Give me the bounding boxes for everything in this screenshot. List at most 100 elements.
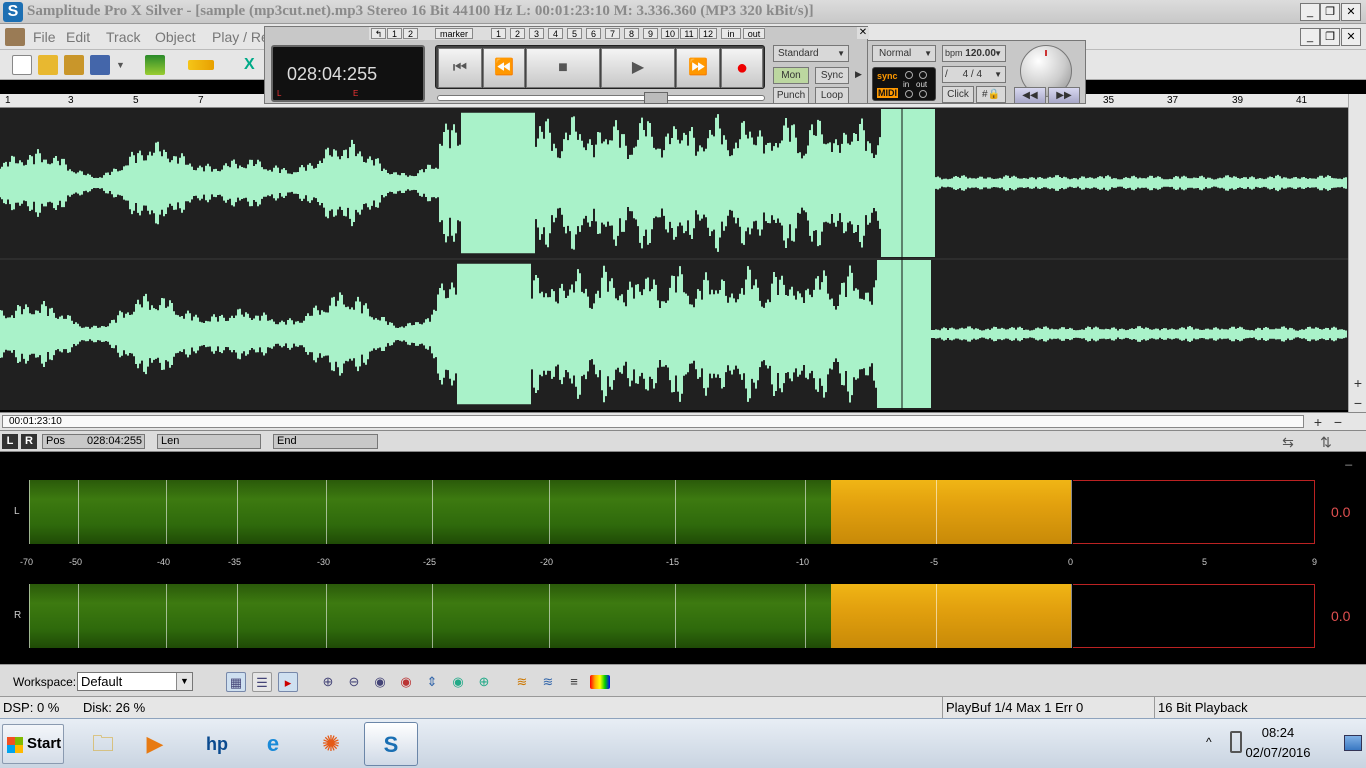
zoom-in-vertical-icon[interactable]: + [1351,376,1365,390]
marker-button[interactable]: 1 [387,28,402,39]
waveform-area[interactable] [0,108,1348,410]
marker-button[interactable]: 7 [605,28,620,39]
show-desktop-icon[interactable] [1344,735,1362,751]
tracks-icon[interactable] [145,55,165,75]
paint-icon[interactable]: ✺ [304,722,358,766]
end-field[interactable]: End [273,434,378,449]
chevron-down-icon[interactable]: ▼ [176,673,192,690]
horizontal-arrows-icon[interactable]: ⇆ [1278,434,1298,450]
scrub-back-icon[interactable]: ◀◀ [1014,87,1046,104]
start-button[interactable]: Start [2,724,64,764]
zoom-in-horizontal-icon[interactable]: + [1310,414,1326,430]
waveform-icon[interactable]: ≋ [512,672,532,692]
tray-expand-icon[interactable]: ^ [1206,735,1212,749]
spectrum-icon[interactable] [590,675,610,689]
waveform-display[interactable] [0,108,1348,410]
file-explorer-icon[interactable]: 🗀 [76,722,130,766]
peak-value-right[interactable]: 0.0 [1331,608,1350,624]
doc-restore-button[interactable]: ❐ [1320,28,1340,46]
close-transport-icon[interactable]: ✕ [857,27,869,39]
eye-icon[interactable]: ◉ [370,672,390,692]
horizontal-scroll-thumb[interactable]: 00:01:23:10 [2,415,1304,428]
marker-bar-icon[interactable] [188,60,214,70]
grid-lock-icon[interactable]: #🔒 [976,86,1006,103]
zoom-vertical-icon[interactable]: ⇕ [422,672,442,692]
bpm-field[interactable]: bpm 120.00 ▼ [942,45,1006,62]
sync-button[interactable]: Sync [815,67,849,84]
open-folder-icon[interactable] [38,55,58,75]
restore-button[interactable]: ❐ [1320,3,1340,21]
marker-button[interactable]: 2 [403,28,418,39]
panel-minimize-icon[interactable]: _ [1345,452,1352,466]
mon-button[interactable]: Mon [773,67,809,84]
samplitude-taskbar-icon[interactable]: S [364,722,418,766]
punch-button[interactable]: Punch [773,87,809,104]
signature-field[interactable]: / 4 / 4 ▼ [942,66,1006,83]
mixer-icon[interactable]: ☰ [252,672,272,692]
document-icon[interactable] [5,28,25,46]
vertical-arrows-icon[interactable]: ⇅ [1316,434,1336,450]
view-manager-icon[interactable]: ▦ [226,672,246,692]
marker-button[interactable]: 11 [680,28,698,39]
media-player-icon[interactable]: ▶ [128,722,182,766]
right-locator-button[interactable]: R [21,434,37,449]
go-to-start-icon[interactable]: ⏮ [438,48,482,88]
waveform-blue-icon[interactable]: ≋ [538,672,558,692]
hp-icon[interactable]: hp [190,722,244,766]
marker-in-button[interactable]: in [721,28,741,39]
eye-red-icon[interactable]: ◉ [396,672,416,692]
marker-button[interactable]: 1 [491,28,506,39]
marker-button[interactable]: 6 [586,28,601,39]
doc-minimize-button[interactable]: _ [1300,28,1320,46]
time-display[interactable]: 028:04:255 L E [271,45,425,102]
vertical-scrollbar[interactable]: + − [1348,94,1366,414]
marker-button[interactable]: 4 [548,28,563,39]
menu-object[interactable]: Object [155,29,195,45]
loop-button[interactable]: Loop [815,87,849,104]
menu-play-record[interactable]: Play / Re [212,29,269,45]
zoom-fit-icon[interactable]: ⊕ [474,672,494,692]
eye-green-icon[interactable]: ◉ [448,672,468,692]
record-icon[interactable]: ● [721,48,763,88]
clock-time[interactable]: 08:24 [1238,725,1318,740]
transport-slider-knob[interactable] [644,92,668,104]
marker-button[interactable]: 10 [661,28,679,39]
cut-x-icon[interactable]: X [244,55,264,75]
normal-mode-select[interactable]: Normal ▼ [872,45,936,62]
zoom-out-vertical-icon[interactable]: − [1351,396,1365,410]
open-project-icon[interactable] [64,55,84,75]
zoom-in-icon[interactable]: ⊕ [318,672,338,692]
zoom-out-icon[interactable]: ⊖ [344,672,364,692]
close-button[interactable]: ✕ [1341,3,1361,21]
clock-date[interactable]: 02/07/2016 [1238,745,1318,760]
chevron-down-icon[interactable]: ▼ [116,55,126,75]
peak-value-left[interactable]: 0.0 [1331,504,1350,520]
internet-explorer-icon[interactable]: e [246,722,300,766]
transport-slider[interactable] [437,92,765,104]
marker-undo-icon[interactable]: ↰ [371,28,386,39]
marker-button[interactable]: 3 [529,28,544,39]
play-icon[interactable]: ▶ [601,48,675,88]
stop-icon[interactable]: ■ [526,48,600,88]
marker-out-button[interactable]: out [743,28,765,39]
minimize-button[interactable]: _ [1300,3,1320,21]
marker-button[interactable]: 9 [643,28,658,39]
menu-file[interactable]: File [33,29,56,45]
doc-close-button[interactable]: ✕ [1341,28,1361,46]
pos-field[interactable]: Pos 028:04:255 [42,434,145,449]
record-view-icon[interactable]: ▸ [278,672,298,692]
chevron-right-icon[interactable]: ▶ [855,69,862,80]
marker-button[interactable]: 12 [699,28,717,39]
rewind-icon[interactable]: ⏪ [483,48,525,88]
marker-button[interactable]: 5 [567,28,582,39]
workspace-select[interactable]: Default ▼ [77,672,193,691]
sync-midi-box[interactable]: sync MIDI in out [872,67,936,101]
save-icon[interactable] [90,55,110,75]
click-button[interactable]: Click [942,86,974,103]
list-icon[interactable]: ≡ [564,672,584,692]
zoom-out-horizontal-icon[interactable]: − [1330,414,1346,430]
scrub-forward-icon[interactable]: ▶▶ [1048,87,1080,104]
len-field[interactable]: Len [157,434,261,449]
play-mode-select[interactable]: Standard ▼ [773,45,849,62]
marker-button[interactable]: 8 [624,28,639,39]
